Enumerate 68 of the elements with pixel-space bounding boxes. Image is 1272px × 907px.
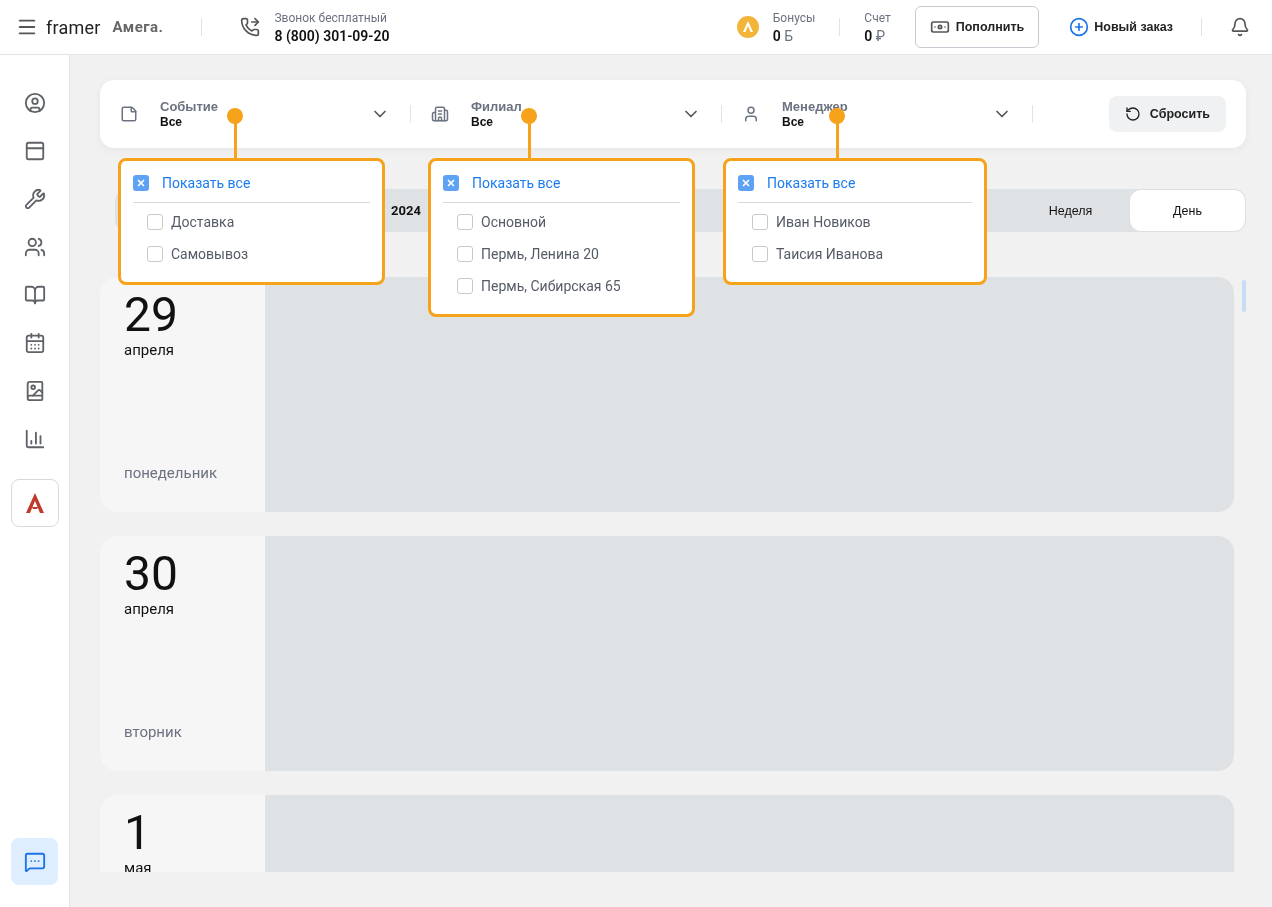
users-icon bbox=[23, 236, 46, 258]
reset-button[interactable]: Сбросить bbox=[1108, 96, 1226, 132]
chat-icon bbox=[23, 850, 46, 873]
chat-button[interactable] bbox=[11, 838, 58, 885]
phone-number: 8 (800) 301-09-20 bbox=[274, 27, 390, 44]
document-icon bbox=[23, 140, 46, 162]
day-number: 30 bbox=[124, 548, 179, 600]
view-tab[interactable]: День bbox=[1129, 189, 1246, 232]
account-value: 0 ₽ bbox=[864, 27, 887, 44]
new-order-button[interactable]: Новый заказ bbox=[1069, 17, 1173, 37]
top-up-button[interactable]: Пополнить bbox=[914, 6, 1040, 48]
cross-icon bbox=[741, 178, 751, 188]
filter-dropdown[interactable]: Филиал Все bbox=[431, 99, 701, 129]
checkbox[interactable] bbox=[738, 175, 754, 191]
filter-option[interactable]: Иван Новиков bbox=[738, 206, 972, 238]
profile-icon bbox=[23, 92, 46, 114]
show-all-option[interactable]: Показать все bbox=[443, 175, 680, 203]
day-number: 29 bbox=[124, 289, 179, 341]
reset-icon bbox=[1124, 106, 1141, 122]
bonuses-value: 0 Б bbox=[772, 27, 795, 44]
cross-icon bbox=[136, 178, 146, 188]
weekday-name: понедельник bbox=[124, 464, 219, 482]
scrollbar-thumb bbox=[1242, 280, 1246, 312]
account-label: Счет bbox=[864, 10, 891, 25]
filter-option[interactable]: Основной bbox=[443, 206, 680, 238]
logo-text: Амега. bbox=[112, 18, 164, 36]
day-number: 1 bbox=[124, 807, 152, 859]
logo-tile[interactable] bbox=[10, 479, 59, 527]
user-icon bbox=[742, 105, 760, 123]
plus-circle-icon bbox=[1069, 17, 1090, 37]
call-label: Звонок бесплатный bbox=[274, 10, 388, 25]
note-icon bbox=[120, 105, 138, 123]
date-text: 2024 bbox=[391, 203, 421, 218]
checkbox[interactable] bbox=[443, 175, 459, 191]
bonuses-label: Бонусы bbox=[772, 10, 816, 25]
wrench-icon bbox=[23, 188, 46, 210]
checkbox[interactable] bbox=[133, 175, 149, 191]
checkbox[interactable] bbox=[752, 246, 768, 262]
bell-icon bbox=[1230, 17, 1250, 37]
month-name: апреля bbox=[124, 341, 176, 359]
building-icon bbox=[431, 105, 449, 123]
logo-icon bbox=[25, 493, 44, 513]
filter-option[interactable]: Самовывоз bbox=[133, 238, 370, 270]
checkbox[interactable] bbox=[147, 246, 163, 262]
filter-option[interactable]: Доставка bbox=[133, 206, 370, 238]
filter-dropdown[interactable]: Событие Все bbox=[120, 99, 390, 129]
notifications-button[interactable] bbox=[1230, 17, 1250, 37]
show-all-option[interactable]: Показать все bbox=[738, 175, 972, 203]
chart-icon bbox=[23, 428, 46, 450]
show-all-option[interactable]: Показать все bbox=[133, 175, 370, 203]
book-icon bbox=[23, 284, 46, 306]
view-tab[interactable]: Неделя bbox=[1012, 189, 1129, 232]
checkbox[interactable] bbox=[457, 214, 473, 230]
brand-name: framer bbox=[46, 16, 101, 38]
filter-option[interactable]: Таисия Иванова bbox=[738, 238, 972, 270]
checkbox[interactable] bbox=[147, 214, 163, 230]
filter-dropdown[interactable]: Менеджер Все bbox=[742, 99, 1012, 129]
filter-option[interactable]: Пермь, Сибирская 65 bbox=[443, 270, 680, 302]
weekday-name: вторник bbox=[124, 723, 183, 741]
checkbox[interactable] bbox=[457, 246, 473, 262]
bonus-coin-icon bbox=[736, 16, 759, 38]
month-name: апреля bbox=[124, 600, 176, 618]
filter-option[interactable]: Пермь, Ленина 20 bbox=[443, 238, 680, 270]
checkbox[interactable] bbox=[457, 278, 473, 294]
cross-icon bbox=[446, 178, 456, 188]
calendar-icon bbox=[23, 332, 46, 354]
phone-icon bbox=[240, 17, 261, 37]
checkbox[interactable] bbox=[752, 214, 768, 230]
